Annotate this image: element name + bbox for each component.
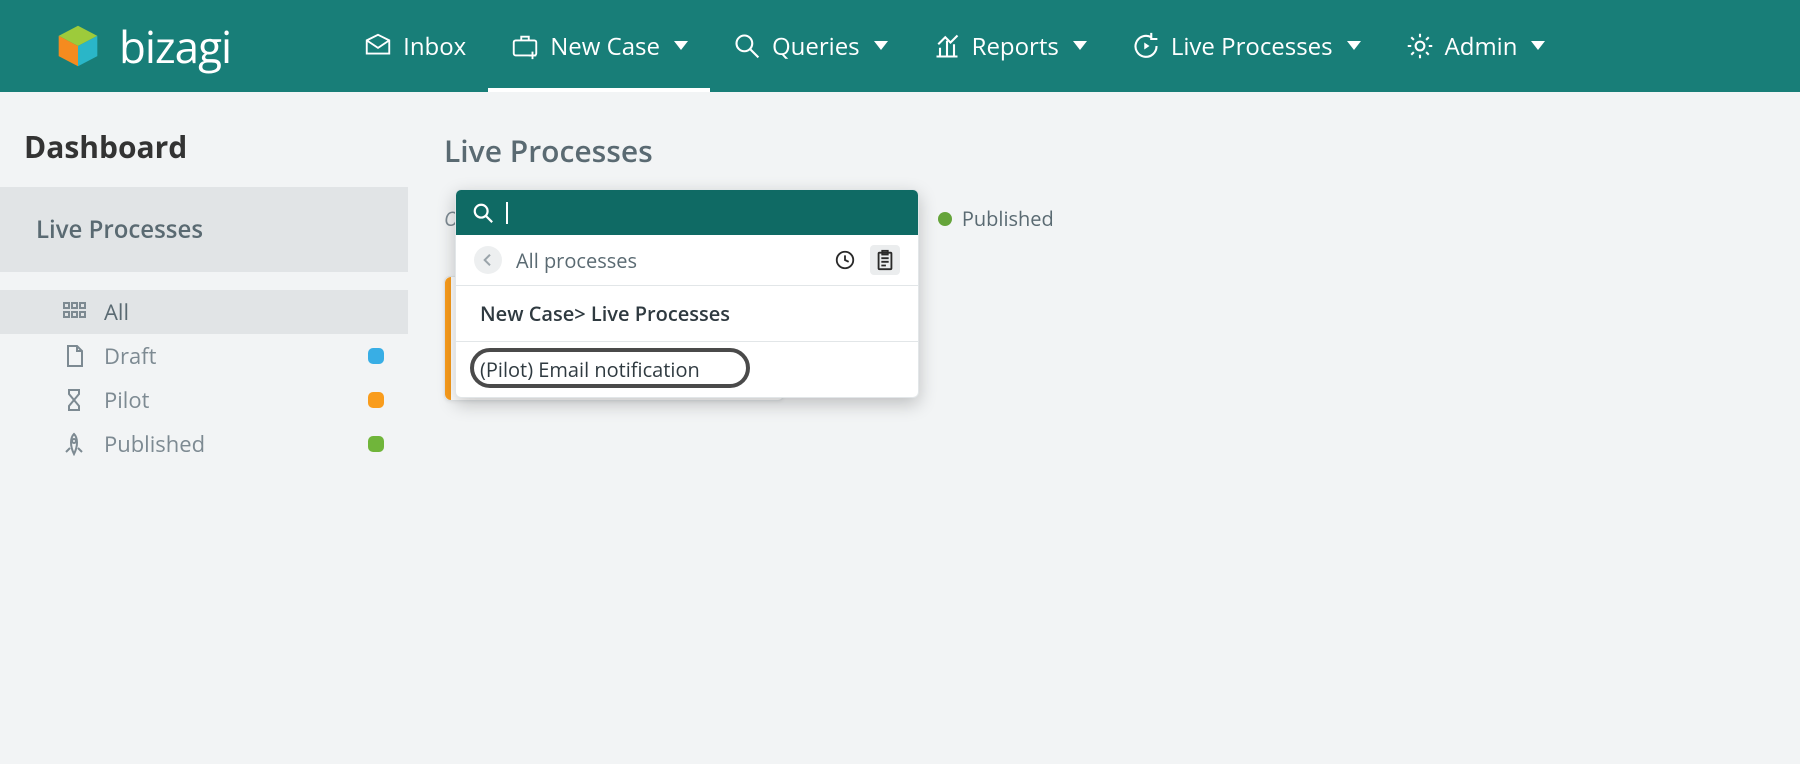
text-cursor (506, 202, 508, 224)
sidebar-item-published[interactable]: Published (0, 422, 408, 466)
legend-published: Published (938, 205, 1054, 232)
main-section-title: Live Processes (444, 130, 1800, 171)
nav-live-processes[interactable]: Live Processes (1109, 0, 1383, 92)
new-case-dropdown: All processes New Case> Live Processes (… (455, 189, 919, 398)
chevron-down-icon (1531, 41, 1545, 51)
status-dot-pilot (368, 392, 384, 408)
sidebar-item-label: Published (104, 429, 205, 459)
dropdown-search[interactable] (456, 190, 918, 235)
sidebar-item-label: All (104, 297, 129, 327)
back-button[interactable] (474, 246, 502, 274)
page-title: Dashboard (0, 92, 408, 187)
brand: bizagi (55, 16, 231, 76)
dropdown-breadcrumb: New Case> Live Processes (456, 286, 918, 342)
draft-icon (62, 344, 86, 368)
dropdown-all-processes-label[interactable]: All processes (516, 247, 830, 274)
sidebar-item-all[interactable]: All (0, 290, 408, 334)
nav-admin[interactable]: Admin (1383, 0, 1568, 92)
chevron-down-icon (1073, 41, 1087, 51)
nav-inbox[interactable]: Inbox (341, 0, 488, 92)
dropdown-option-pilot-email[interactable]: (Pilot) Email notification (456, 342, 918, 397)
nav-queries[interactable]: Queries (710, 0, 910, 92)
grid-icon (62, 300, 86, 324)
chevron-down-icon (1347, 41, 1361, 51)
sidebar-item-label: Draft (104, 341, 156, 371)
top-nav: bizagi Inbox New Case (0, 0, 1800, 92)
gear-icon (1405, 31, 1435, 61)
brand-logo-icon (55, 23, 101, 69)
nav-label: Queries (772, 30, 860, 63)
briefcase-plus-icon (510, 31, 540, 61)
nav-label: New Case (550, 30, 660, 63)
sidebar-items: All Draft Pilot (0, 272, 408, 466)
nav-menu: Inbox New Case Queries (341, 0, 1567, 92)
nav-new-case[interactable]: New Case (488, 0, 710, 92)
sidebar-item-draft[interactable]: Draft (0, 334, 408, 378)
dropdown-view-toggle (830, 245, 900, 275)
nav-label: Reports (972, 30, 1059, 63)
chevron-down-icon (674, 41, 688, 51)
sidebar-section-label: Live Processes (0, 187, 408, 272)
refresh-icon (1131, 31, 1161, 61)
nav-label: Admin (1445, 30, 1518, 63)
rocket-icon (62, 432, 86, 456)
sidebar: Dashboard Live Processes All Draf (0, 92, 408, 764)
legend-label: Published (962, 205, 1054, 232)
status-dot-published (368, 436, 384, 452)
chevron-down-icon (874, 41, 888, 51)
dropdown-search-input[interactable] (520, 200, 902, 225)
inbox-icon (363, 31, 393, 61)
legend-dot-icon (938, 212, 952, 226)
page-body: Dashboard Live Processes All Draf (0, 92, 1800, 764)
chart-icon (932, 31, 962, 61)
brand-name: bizagi (119, 16, 231, 76)
clipboard-icon[interactable] (870, 245, 900, 275)
recent-icon[interactable] (830, 245, 860, 275)
nav-label: Inbox (403, 30, 466, 63)
dropdown-option-label: (Pilot) Email notification (480, 356, 700, 383)
sidebar-item-pilot[interactable]: Pilot (0, 378, 408, 422)
hourglass-icon (62, 388, 86, 412)
search-icon (472, 202, 494, 224)
status-dot-draft (368, 348, 384, 364)
dropdown-all-processes-row: All processes (456, 235, 918, 286)
sidebar-item-label: Pilot (104, 385, 149, 415)
nav-reports[interactable]: Reports (910, 0, 1109, 92)
card-accent-pilot (445, 277, 451, 400)
nav-label: Live Processes (1171, 30, 1333, 63)
search-icon (732, 31, 762, 61)
